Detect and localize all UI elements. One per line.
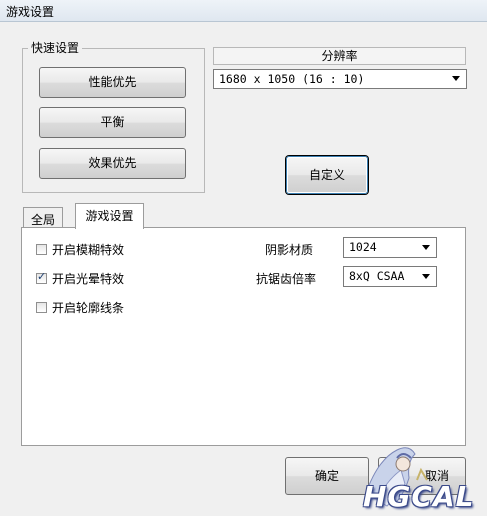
- antialiasing-dropdown[interactable]: 8xQ CSAA: [343, 266, 437, 287]
- tab-global[interactable]: 全局: [23, 207, 63, 227]
- shadow-texture-value: 1024: [349, 240, 377, 254]
- resolution-dropdown[interactable]: 1680 x 1050 (16 : 10): [213, 69, 467, 89]
- chevron-down-icon: [422, 273, 430, 279]
- antialiasing-value: 8xQ CSAA: [349, 269, 405, 283]
- checkbox-box-checked: [36, 270, 47, 284]
- tab-global-label: 全局: [30, 213, 55, 227]
- antialiasing-label: 抗锯齿倍率: [256, 272, 317, 286]
- quick-settings-legend: 快速设置: [28, 39, 83, 56]
- chevron-down-icon: [422, 244, 430, 250]
- game-settings-panel: [21, 227, 466, 446]
- shadow-texture-dropdown[interactable]: 1024: [343, 237, 437, 258]
- tab-game-settings[interactable]: 游戏设置: [75, 203, 144, 229]
- bloom-effect-checkbox[interactable]: 开启光晕特效: [36, 270, 124, 287]
- shadow-texture-label: 阴影材质: [265, 243, 314, 257]
- chevron-down-icon: [452, 76, 460, 81]
- balanced-button[interactable]: 平衡: [39, 107, 186, 138]
- performance-priority-button[interactable]: 性能优先: [39, 67, 186, 98]
- window-title: 游戏设置: [6, 5, 55, 19]
- resolution-header: 分辨率: [213, 47, 466, 65]
- outline-effect-label: 开启轮廓线条: [52, 301, 125, 315]
- watermark-text: HGCAL: [363, 480, 475, 513]
- custom-resolution-button[interactable]: 自定义: [286, 156, 368, 194]
- checkbox-box: [36, 244, 47, 255]
- quality-priority-button[interactable]: 效果优先: [39, 148, 186, 179]
- resolution-header-label: 分辨率: [321, 49, 358, 63]
- anime-character-logo: HGCAL: [357, 440, 487, 516]
- blur-effect-label: 开启模糊特效: [52, 243, 125, 257]
- blur-effect-checkbox[interactable]: 开启模糊特效: [36, 241, 124, 258]
- title-bar[interactable]: 游戏设置: [0, 0, 487, 22]
- bloom-effect-label: 开启光晕特效: [52, 272, 125, 286]
- checkbox-box: [36, 302, 47, 313]
- tab-game-settings-label: 游戏设置: [85, 209, 134, 223]
- resolution-value: 1680 x 1050 (16 : 10): [219, 72, 365, 86]
- outline-effect-checkbox[interactable]: 开启轮廓线条: [36, 299, 124, 316]
